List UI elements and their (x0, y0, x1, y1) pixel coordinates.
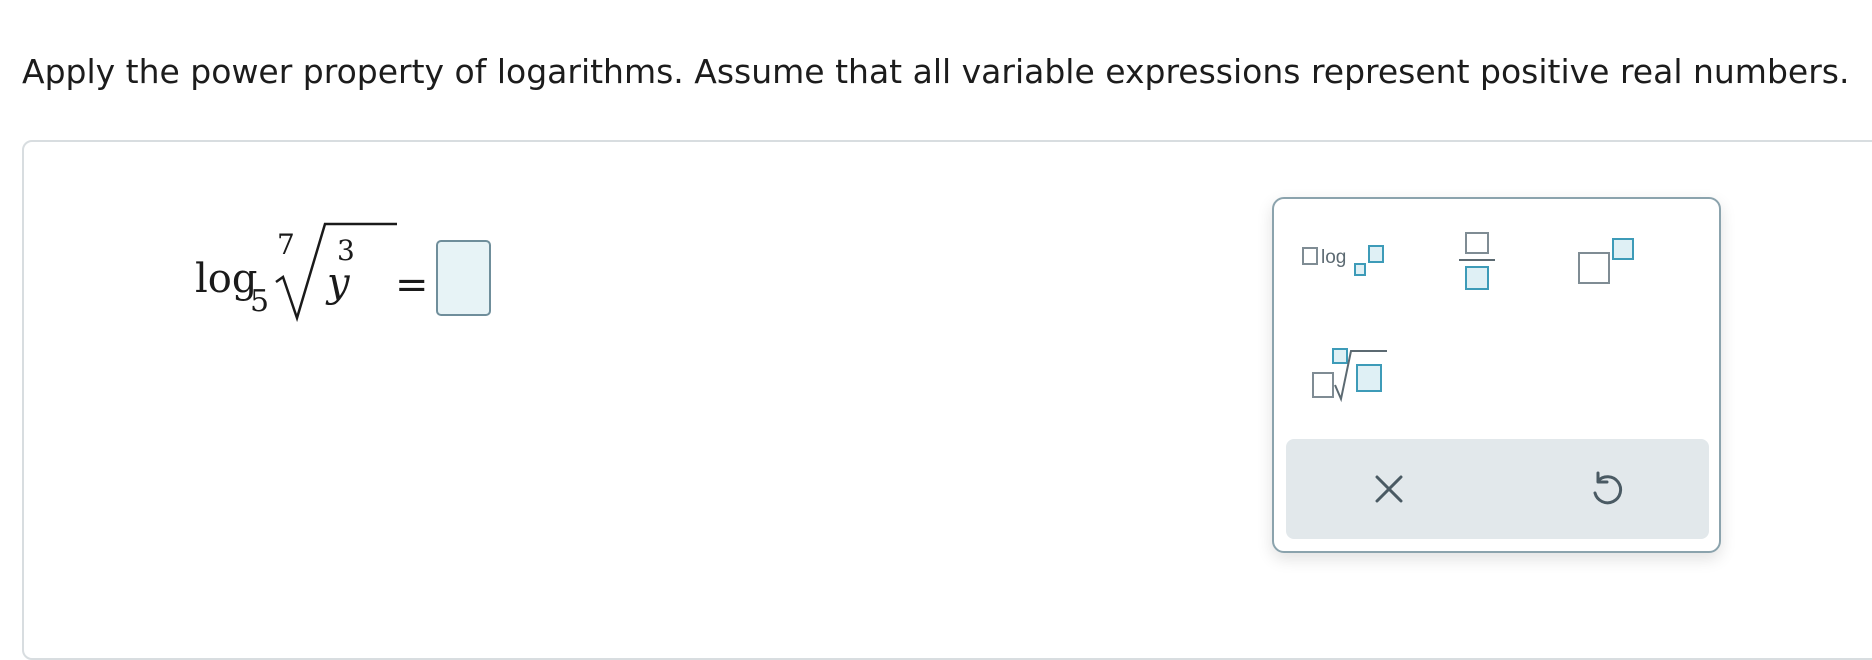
close-icon (1375, 475, 1403, 503)
instructions-text: Apply the power property of logarithms. … (22, 52, 1850, 91)
nth-root-template-button[interactable] (1294, 329, 1404, 419)
keypad-action-bar (1286, 439, 1709, 539)
math-expression: log 5 7 y 3 = (195, 222, 595, 332)
log-template-icon: log (1302, 245, 1384, 276)
undo-button[interactable] (1531, 449, 1681, 529)
log-base: 5 (250, 284, 270, 319)
exponent-icon (1578, 238, 1634, 284)
exponent-template-button[interactable] (1550, 215, 1660, 305)
log-label: log (195, 256, 258, 302)
fraction-template-button[interactable] (1422, 215, 1532, 305)
undo-icon (1593, 471, 1623, 505)
clear-button[interactable] (1314, 449, 1464, 529)
math-keypad: log (1272, 197, 1721, 553)
answer-input[interactable] (436, 240, 491, 316)
fraction-icon (1459, 232, 1495, 290)
log-key-label: log (1321, 247, 1346, 268)
log-template-button[interactable]: log (1294, 215, 1404, 305)
equals-sign: = (395, 262, 429, 308)
nth-root-icon (1312, 348, 1387, 403)
exponent: 3 (337, 234, 355, 267)
